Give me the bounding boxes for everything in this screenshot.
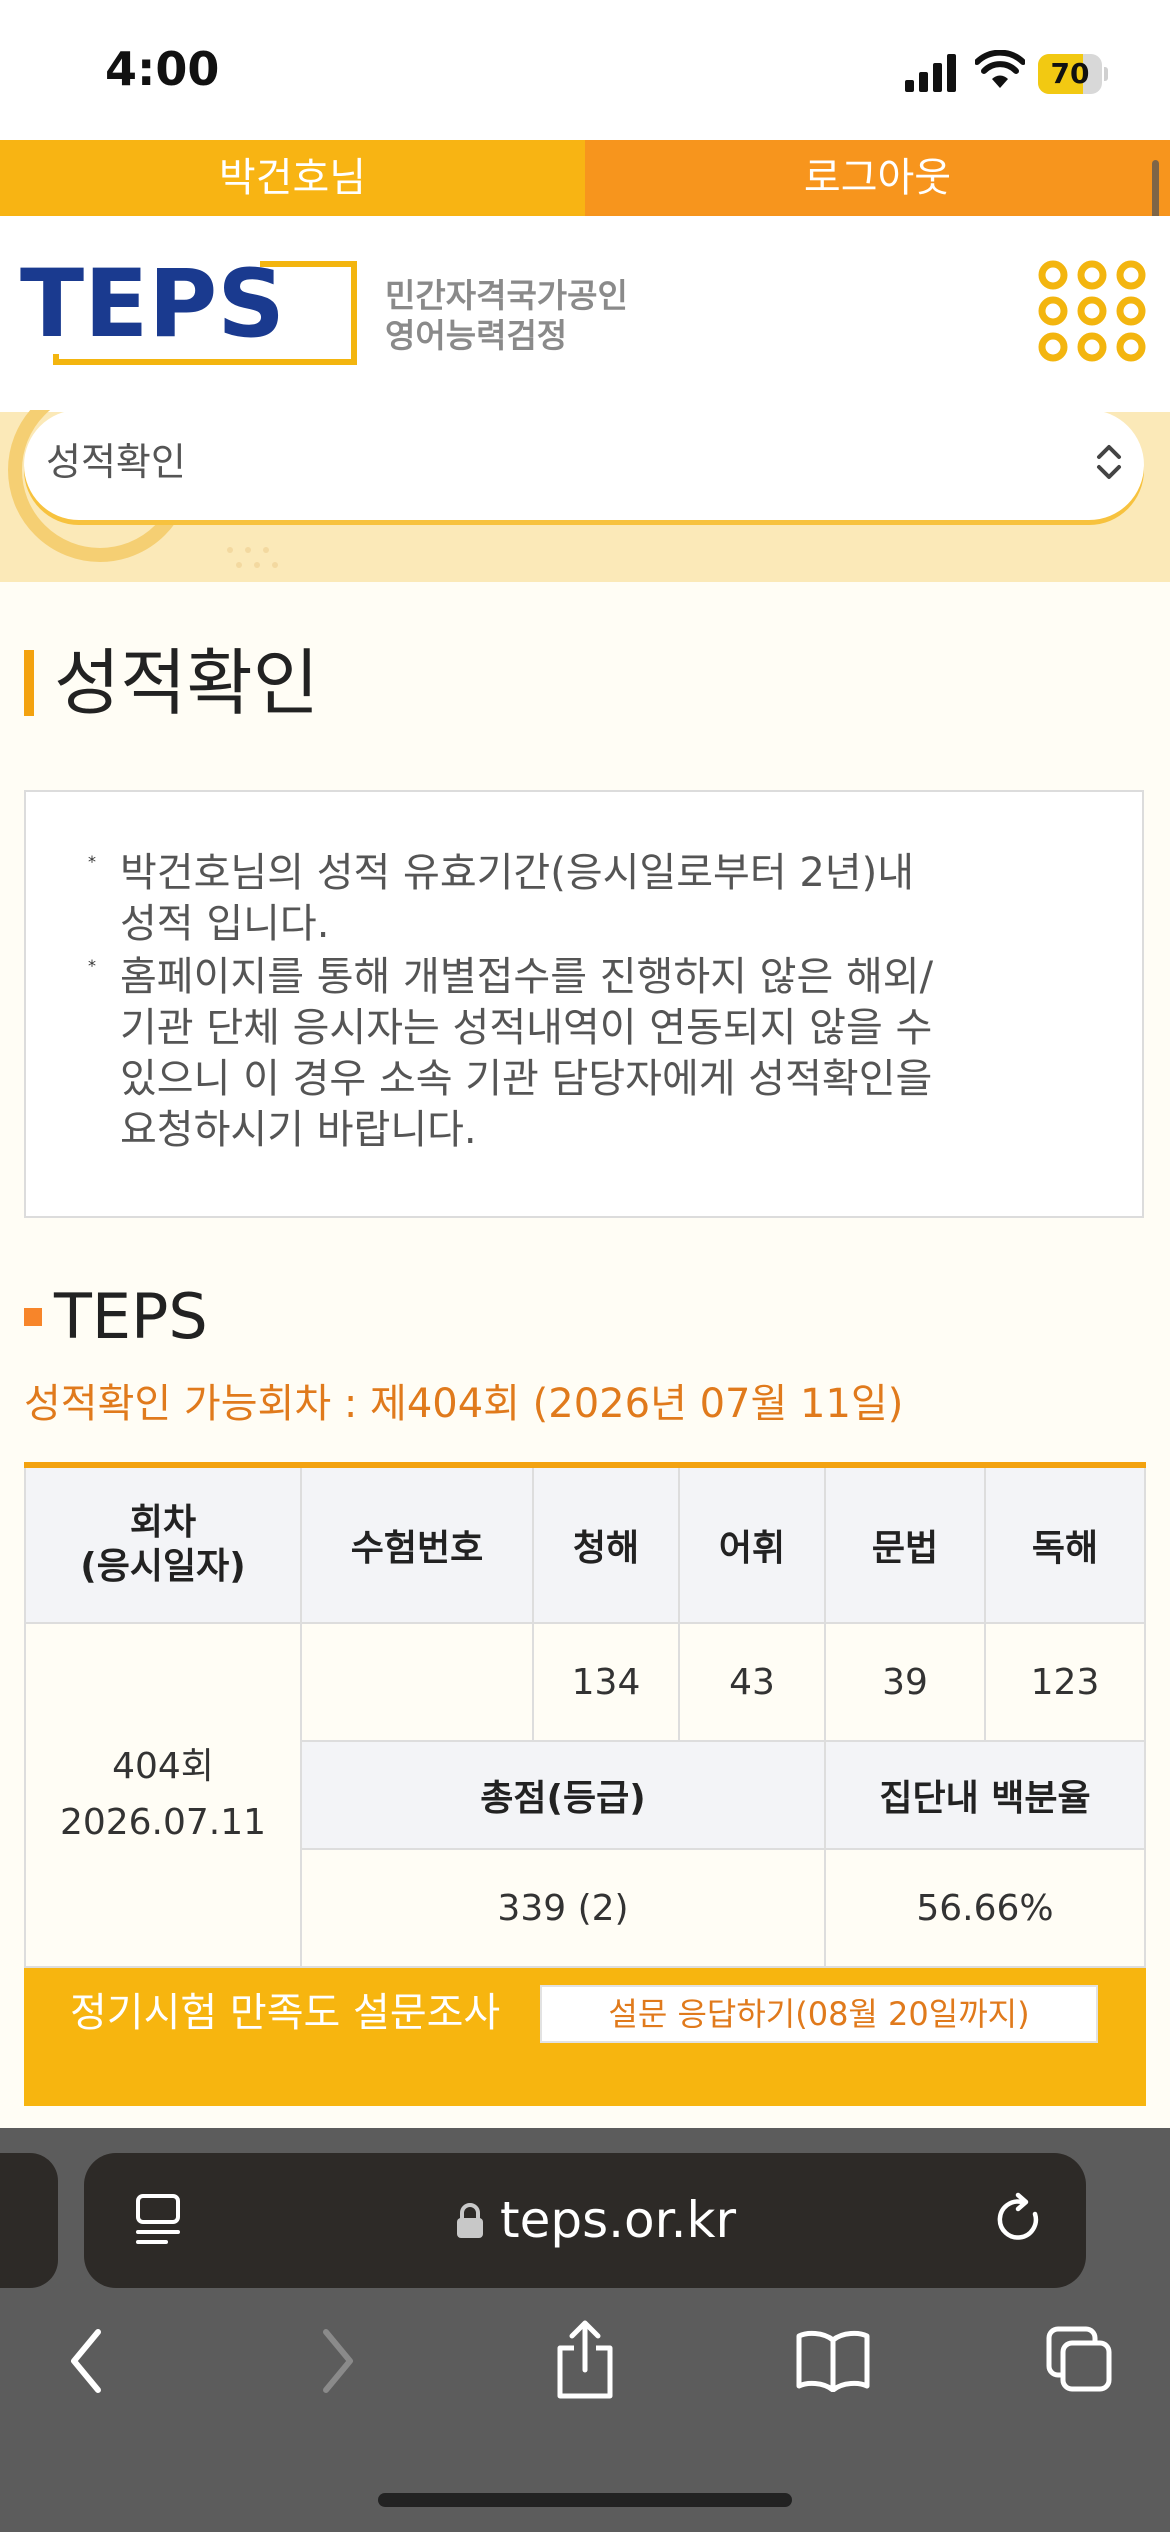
share-icon[interactable] <box>550 2320 620 2400</box>
reading-score: 123 <box>986 1624 1146 1742</box>
header-vocabulary: 어휘 <box>680 1468 826 1624</box>
notice-line: 성적 입니다. <box>120 901 330 947</box>
home-indicator[interactable] <box>378 2493 792 2507</box>
available-session-text: 성적확인 가능회차 : 제404회 (2026년 07월 11일) <box>24 1381 904 1427</box>
header-listening: 청해 <box>534 1468 680 1624</box>
vocabulary-score: 43 <box>680 1624 826 1742</box>
notice-bullet-1: * <box>88 852 96 871</box>
notice-line: 기관 단체 응시자는 성적내역이 연동되지 않을 수 <box>120 1005 933 1051</box>
notice-line: 홈페이지를 통해 개별접수를 진행하지 않은 해외/ <box>120 954 934 1000</box>
tagline-line2: 영어능력검정 <box>385 316 568 355</box>
menu-select[interactable] <box>24 410 1144 520</box>
section-marker <box>24 1308 42 1326</box>
logout-button[interactable]: 로그아웃 <box>585 140 1170 216</box>
back-icon[interactable] <box>66 2326 106 2396</box>
exam-number-value <box>302 1624 534 1742</box>
menu-select-value: 성적확인 <box>46 440 186 484</box>
url-text[interactable]: teps.or.kr <box>500 2190 736 2250</box>
reload-icon[interactable] <box>992 2192 1048 2248</box>
user-name-button[interactable]: 박건호님 <box>0 140 585 216</box>
forward-icon[interactable] <box>318 2326 358 2396</box>
battery-percent: 70 <box>1050 57 1090 90</box>
section-title: TEPS <box>54 1280 208 1353</box>
header-total: 총점(등급) <box>302 1742 826 1850</box>
header-reading: 독해 <box>986 1468 1146 1624</box>
dots-emblem-icon <box>1038 260 1146 362</box>
header-session: 회차 (응시일자) <box>24 1468 302 1624</box>
header-grammar: 문법 <box>826 1468 986 1624</box>
page-title: 성적확인 <box>54 641 319 725</box>
percentile-value: 56.66% <box>826 1850 1146 1968</box>
grammar-score: 39 <box>826 1624 986 1742</box>
session-date: 2026.07.11 <box>59 1802 267 1843</box>
status-time: 4:00 <box>105 42 220 96</box>
notice-line: 박건호님의 성적 유효기간(응시일로부터 2년)내 <box>120 850 915 896</box>
title-accent-bar <box>24 650 34 716</box>
select-chevron-icon <box>1097 445 1121 479</box>
teps-logo[interactable]: TEPS <box>20 258 360 368</box>
tabs-icon[interactable] <box>1045 2325 1115 2395</box>
bookmarks-icon[interactable] <box>795 2328 871 2392</box>
session-number: 404회 <box>112 1746 214 1787</box>
tagline: 민간자격국가공인 영어능력검정 <box>385 276 628 356</box>
page-menu-icon[interactable] <box>130 2190 186 2250</box>
cellular-signal-icon <box>905 54 956 92</box>
header-session-line1: 회차 <box>129 1502 197 1543</box>
teps-logo-text: TEPS <box>20 258 285 359</box>
session-cell: 404회 2026.07.11 <box>24 1624 302 1968</box>
previous-tab-card[interactable] <box>0 2153 58 2288</box>
listening-score: 134 <box>534 1624 680 1742</box>
survey-button[interactable]: 설문 응답하기(08월 20일까지) <box>540 1985 1098 2043</box>
score-table: 회차 (응시일자) 수험번호 청해 어휘 문법 독해 404회 2026.07.… <box>24 1462 1146 1968</box>
total-score: 339 (2) <box>302 1850 826 1968</box>
battery-icon: 70 <box>1038 54 1108 94</box>
header-percentile: 집단내 백분율 <box>826 1742 1146 1850</box>
wifi-icon <box>975 50 1025 88</box>
notice-line: 요청하시기 바랍니다. <box>120 1107 477 1153</box>
survey-text: 정기시험 만족도 설문조사 <box>70 1990 501 2036</box>
header-session-line2: (응시일자) <box>80 1546 246 1587</box>
lock-icon <box>457 2203 483 2238</box>
notice-line: 있으니 이 경우 소속 기관 담당자에게 성적확인을 <box>120 1056 933 1102</box>
tagline-line1: 민간자격국가공인 <box>385 276 628 315</box>
header-exam-number: 수험번호 <box>302 1468 534 1624</box>
notice-bullet-2: * <box>88 956 96 975</box>
